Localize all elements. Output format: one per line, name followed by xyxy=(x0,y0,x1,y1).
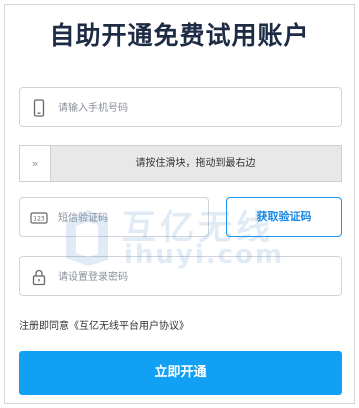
password-input[interactable] xyxy=(56,257,330,297)
sms-code-field[interactable]: 123 xyxy=(19,197,209,238)
sms-code-icon: 123 xyxy=(30,212,48,224)
mobile-phone-icon xyxy=(33,99,45,117)
password-field[interactable] xyxy=(19,256,342,297)
slider-captcha[interactable]: » 请按住滑块，拖动到最右边 xyxy=(19,145,342,182)
lock-icon xyxy=(32,269,46,286)
phone-field[interactable] xyxy=(19,87,342,128)
agreement-link[interactable]: 《互亿无线平台用户协议》 xyxy=(69,321,189,332)
get-code-button[interactable]: 获取验证码 xyxy=(226,197,342,237)
svg-text:123: 123 xyxy=(33,216,45,223)
page-title: 自助开通免费试用账户 xyxy=(49,21,310,50)
agreement-prefix: 注册即同意 xyxy=(19,321,69,332)
sms-code-input[interactable] xyxy=(56,198,200,238)
submit-button[interactable]: 立即开通 xyxy=(19,351,342,395)
slider-hint: 请按住滑块，拖动到最右边 xyxy=(135,158,256,169)
phone-input[interactable] xyxy=(56,88,330,128)
agreement-text: 注册即同意《互亿无线平台用户协议》 xyxy=(19,317,189,332)
slider-handle[interactable]: » xyxy=(19,145,51,182)
